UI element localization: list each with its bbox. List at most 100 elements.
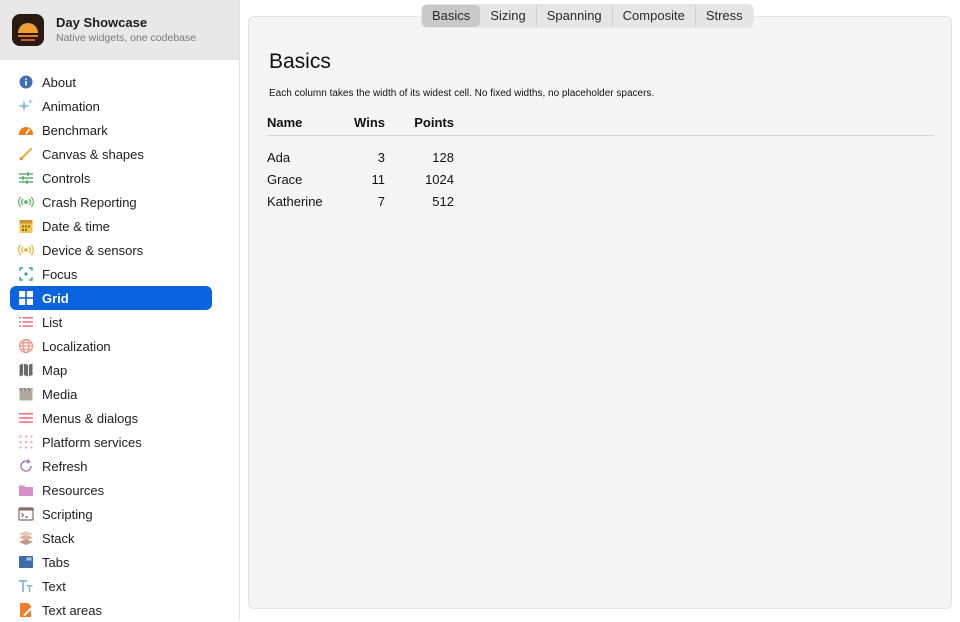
sidebar-item-device-sensors[interactable]: Device & sensors — [10, 238, 212, 262]
sidebar-item-label: Crash Reporting — [42, 194, 137, 210]
speedometer-icon — [18, 122, 34, 138]
sidebar-item-label: Animation — [42, 98, 100, 114]
sidebar-item-label: Scripting — [42, 506, 93, 522]
tabs-icon — [18, 554, 34, 570]
sidebar-item-refresh[interactable]: Refresh — [10, 454, 212, 478]
sliders-icon — [18, 170, 34, 186]
tab-bar: Basics Sizing Spanning Composite Stress — [421, 4, 754, 28]
sidebar-item-label: Media — [42, 386, 78, 402]
document-edit-icon — [18, 602, 34, 618]
cell-name: Grace — [267, 171, 303, 187]
app-title: Day Showcase — [56, 15, 148, 30]
grid-icon — [18, 290, 34, 306]
cell-points: 512 — [432, 193, 454, 209]
sidebar-item-grid[interactable]: Grid — [10, 286, 212, 310]
sidebar-item-media[interactable]: Media — [10, 382, 212, 406]
table-row: Ada 3 128 — [267, 132, 454, 168]
sidebar: Day Showcase Native widgets, one codebas… — [0, 0, 240, 620]
column-header-name: Name — [267, 114, 303, 130]
sidebar-item-focus[interactable]: Focus — [10, 262, 212, 286]
refresh-icon — [18, 458, 34, 474]
menu-icon — [18, 410, 34, 426]
sidebar-item-tabs[interactable]: Tabs — [10, 550, 212, 574]
sidebar-item-label: Map — [42, 362, 68, 378]
dots-grid-icon — [18, 434, 34, 450]
sidebar-item-label: Platform services — [42, 434, 142, 450]
sidebar-item-canvas-shapes[interactable]: Canvas & shapes — [10, 142, 212, 166]
sidebar-item-label: Controls — [42, 170, 91, 186]
page-description: Each column takes the width of its wides… — [269, 88, 655, 99]
sidebar-item-menus-dialogs[interactable]: Menus & dialogs — [10, 406, 212, 430]
sidebar-item-label: About — [42, 74, 76, 90]
column-header-wins: Wins — [354, 114, 385, 130]
sidebar-item-map[interactable]: Map — [10, 358, 212, 382]
sidebar-item-label: Localization — [42, 338, 111, 354]
sidebar-item-label: Text areas — [42, 602, 102, 618]
sidebar-item-label: Tabs — [42, 554, 70, 570]
sidebar-item-label: Text — [42, 578, 66, 594]
sidebar-item-label: Benchmark — [42, 122, 108, 138]
sidebar-item-text-areas[interactable]: Text areas — [10, 598, 212, 622]
layers-icon — [18, 530, 34, 546]
sidebar-item-platform-services[interactable]: Platform services — [10, 430, 212, 454]
focus-icon — [18, 266, 34, 282]
tab-basics[interactable]: Basics — [422, 5, 481, 27]
cell-name: Ada — [267, 149, 291, 165]
app-subtitle: Native widgets, one codebase — [56, 32, 197, 44]
sidebar-item-crash-reporting[interactable]: Crash Reporting — [10, 190, 212, 214]
cell-points: 128 — [432, 149, 454, 165]
sidebar-item-label: Focus — [42, 266, 78, 282]
cell-points: 1024 — [425, 171, 454, 187]
column-header-points: Points — [414, 114, 454, 130]
tab-sizing[interactable]: Sizing — [480, 5, 535, 27]
sidebar-item-label: Device & sensors — [42, 242, 144, 258]
header-divider — [267, 135, 934, 136]
table-row: Grace 11 1024 — [267, 168, 454, 190]
sidebar-item-label: Canvas & shapes — [42, 146, 144, 162]
table-row: Katherine 7 512 — [267, 190, 454, 212]
cell-wins: 7 — [377, 193, 385, 209]
tab-stress[interactable]: Stress — [694, 5, 753, 27]
tab-composite[interactable]: Composite — [611, 5, 695, 27]
sidebar-item-resources[interactable]: Resources — [10, 478, 212, 502]
map-icon — [18, 362, 34, 378]
sidebar-item-label: Refresh — [42, 458, 88, 474]
clapperboard-icon — [18, 386, 34, 402]
table-header-row: Name Wins Points — [267, 112, 454, 132]
text-icon — [18, 578, 34, 594]
sidebar-item-label: List — [42, 314, 63, 330]
sidebar-item-localization[interactable]: Localization — [10, 334, 212, 358]
list-icon — [18, 314, 34, 330]
tab-spanning[interactable]: Spanning — [535, 5, 612, 27]
cell-name: Katherine — [267, 193, 323, 209]
sidebar-item-stack[interactable]: Stack — [10, 526, 212, 550]
brush-icon — [18, 146, 34, 162]
sidebar-nav: About Animation Benchmark Canvas & shape… — [0, 60, 239, 622]
terminal-icon — [18, 506, 34, 522]
data-grid: Name Wins Points Ada 3 128 Grace 11 1024… — [267, 112, 454, 212]
sidebar-item-label: Resources — [42, 482, 105, 498]
sidebar-item-list[interactable]: List — [10, 310, 212, 334]
broadcast-icon — [18, 194, 34, 210]
calendar-icon — [18, 218, 34, 234]
app-logo-icon — [12, 14, 44, 46]
sidebar-item-animation[interactable]: Animation — [10, 94, 212, 118]
sparkles-icon — [18, 98, 34, 114]
folder-icon — [18, 482, 34, 498]
globe-icon — [18, 338, 34, 354]
sidebar-item-label: Menus & dialogs — [42, 410, 139, 426]
sidebar-item-scripting[interactable]: Scripting — [10, 502, 212, 526]
cell-wins: 11 — [371, 171, 386, 187]
sensor-icon — [18, 242, 34, 258]
app-header: Day Showcase Native widgets, one codebas… — [0, 0, 239, 60]
sidebar-item-label: Date & time — [42, 218, 110, 234]
sidebar-item-benchmark[interactable]: Benchmark — [10, 118, 212, 142]
cell-wins: 3 — [377, 149, 385, 165]
sidebar-item-label: Stack — [42, 530, 75, 546]
sidebar-item-about[interactable]: About — [10, 70, 212, 94]
sidebar-item-date-time[interactable]: Date & time — [10, 214, 212, 238]
sidebar-item-label: Grid — [42, 290, 69, 306]
page-title: Basics — [269, 50, 331, 73]
sidebar-item-text[interactable]: Text — [10, 574, 212, 598]
sidebar-item-controls[interactable]: Controls — [10, 166, 212, 190]
